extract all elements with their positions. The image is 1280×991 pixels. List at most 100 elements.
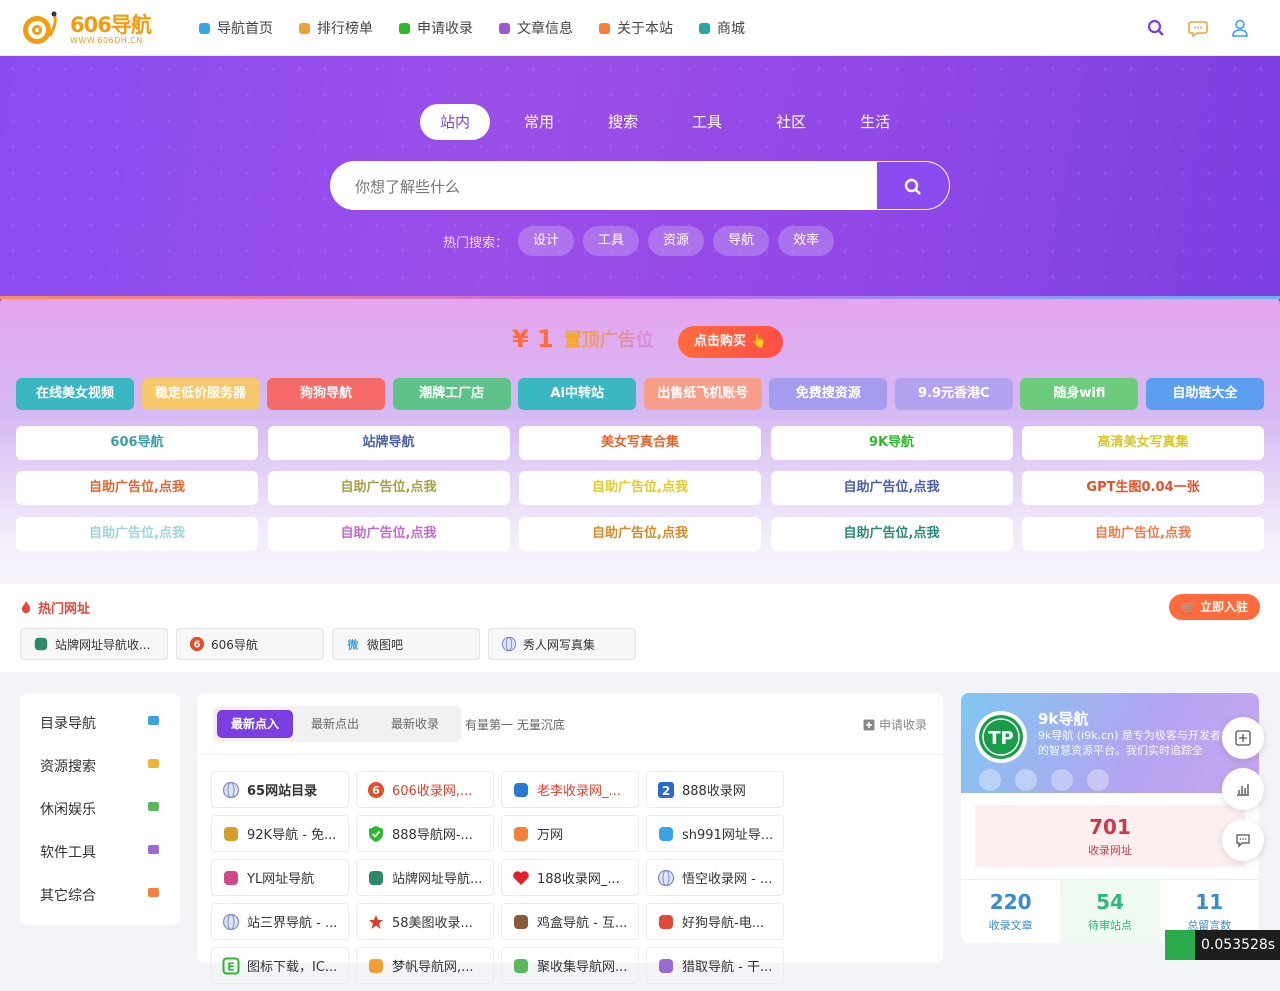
ad-link[interactable]: 9K导航 bbox=[770, 426, 1013, 460]
hot-site-item[interactable]: 微微图吧 bbox=[332, 628, 480, 660]
ad-link[interactable]: 自助广告位,点我 bbox=[519, 471, 761, 505]
sidebar-item[interactable]: 目录导航 bbox=[20, 701, 180, 744]
ad-link[interactable]: 高清美女写真集 bbox=[1022, 426, 1264, 460]
keyboard-icon bbox=[147, 843, 160, 860]
ad-button[interactable]: 潮牌工厂店 bbox=[392, 378, 511, 410]
nav-item[interactable]: 排行榜单 bbox=[298, 18, 373, 38]
site-item[interactable]: 鸡盒导航 - 互... bbox=[501, 903, 639, 940]
sidebar-item[interactable]: 其它综合 bbox=[20, 873, 180, 916]
ad-link[interactable]: 自助广告位,点我 bbox=[267, 517, 510, 551]
ad-link[interactable]: 自助广告位,点我 bbox=[770, 471, 1013, 505]
nav-item[interactable]: 申请收录 bbox=[398, 18, 473, 38]
hot-site-item[interactable]: 6 606导航 bbox=[176, 628, 324, 660]
svg-text:6: 6 bbox=[372, 784, 380, 797]
hot-site-item[interactable]: 秀人网写真集 bbox=[488, 628, 636, 660]
hot-keyword[interactable]: 导航 bbox=[713, 226, 770, 256]
ad-link[interactable]: 自助广告位,点我 bbox=[16, 517, 258, 551]
site-item[interactable]: 万网 bbox=[501, 815, 639, 852]
site-item[interactable]: 好狗导航-电... bbox=[646, 903, 784, 940]
ad-link[interactable]: 自助广告位,点我 bbox=[1022, 517, 1264, 551]
site-item[interactable]: 悟空收录网 - ... bbox=[646, 859, 784, 896]
qq-icon[interactable] bbox=[1051, 769, 1073, 791]
site-item[interactable]: 梦帆导航网,... bbox=[356, 947, 494, 984]
hot-keyword[interactable]: 资源 bbox=[648, 226, 705, 256]
ad-button[interactable]: 随身wifi bbox=[1020, 378, 1139, 410]
search-button[interactable] bbox=[877, 162, 949, 209]
avatar[interactable]: TP bbox=[975, 711, 1027, 763]
ad-button[interactable]: 9.9元香港C bbox=[894, 378, 1013, 410]
nav-item[interactable]: 文章信息 bbox=[498, 18, 573, 38]
sidebar-item[interactable]: 休闲娱乐 bbox=[20, 787, 180, 830]
site-item[interactable]: 58美图收录... bbox=[356, 903, 494, 940]
search-tab[interactable]: 搜索 bbox=[588, 104, 658, 140]
site-item[interactable]: 站牌网址导航... bbox=[356, 859, 494, 896]
hot-keyword[interactable]: 效率 bbox=[778, 226, 835, 256]
ad-link[interactable]: 美女写真合集 bbox=[519, 426, 761, 460]
site-item[interactable]: E 图标下载，IC... bbox=[211, 947, 349, 984]
site-item[interactable]: 2 888收录网 bbox=[646, 771, 784, 808]
ad-link[interactable]: 站牌导航 bbox=[267, 426, 510, 460]
site-item[interactable]: 站三界导航 - ... bbox=[211, 903, 349, 940]
search-input[interactable] bbox=[331, 162, 877, 209]
search-tab[interactable]: 常用 bbox=[504, 104, 574, 140]
hot-keyword[interactable]: 工具 bbox=[583, 226, 640, 256]
nav-item[interactable]: 商城 bbox=[698, 18, 745, 38]
site-item[interactable]: sh991网址导... bbox=[646, 815, 784, 852]
search-tab[interactable]: 生活 bbox=[840, 104, 910, 140]
site-item[interactable]: 888导航网-... bbox=[356, 815, 494, 852]
nav-item-label: 导航首页 bbox=[217, 21, 273, 37]
ad-button[interactable]: 自助链大全 bbox=[1145, 378, 1264, 410]
ad-button[interactable]: 出售纸飞机账号 bbox=[643, 378, 762, 410]
nav-item[interactable]: 关于本站 bbox=[598, 18, 673, 38]
chat-icon[interactable] bbox=[1188, 18, 1208, 38]
search-icon[interactable] bbox=[1146, 18, 1166, 38]
ad-row-3: 自助广告位,点我 自助广告位,点我 自助广告位,点我 自助广告位,点我 GPT生图0.0… bbox=[16, 471, 1264, 505]
apply-link[interactable]: 申请收录 bbox=[863, 716, 927, 733]
ad-link[interactable]: GPT生图0.04一张 bbox=[1022, 471, 1264, 505]
add-float-button[interactable] bbox=[1222, 717, 1264, 759]
ad-button[interactable]: 在线美女视频 bbox=[16, 378, 134, 410]
home-icon[interactable] bbox=[1087, 769, 1109, 791]
site-item[interactable]: 猎取导航 - 干... bbox=[646, 947, 784, 984]
sidebar-item[interactable]: 软件工具 bbox=[20, 830, 180, 873]
ad-link[interactable]: 自助广告位,点我 bbox=[267, 471, 510, 505]
sidebar-item[interactable]: 资源搜索 bbox=[20, 744, 180, 787]
latest-tab[interactable]: 最新收录 bbox=[377, 710, 453, 738]
hot-keyword[interactable]: 设计 bbox=[518, 226, 575, 256]
search-tab[interactable]: 工具 bbox=[672, 104, 742, 140]
paper-plane-icon bbox=[147, 714, 160, 731]
latest-tab[interactable]: 最新点出 bbox=[297, 710, 373, 738]
mail-icon[interactable] bbox=[1015, 769, 1037, 791]
join-button[interactable]: 🛒 立即入驻 bbox=[1168, 594, 1260, 620]
latest-tab[interactable]: 最新点入 bbox=[217, 710, 294, 738]
site-item[interactable]: 聚收集导航网... bbox=[501, 947, 639, 984]
ad-button[interactable]: Ai中转站 bbox=[518, 378, 637, 410]
hot-site-item[interactable]: 站牌网址导航收... bbox=[20, 628, 168, 660]
hot-site-label: 606导航 bbox=[211, 637, 258, 652]
ad-button[interactable]: 狗狗导航 bbox=[267, 378, 386, 410]
search-tab[interactable]: 社区 bbox=[756, 104, 826, 140]
ad-button[interactable]: 稳定低价服务器 bbox=[141, 378, 260, 410]
chat-icon[interactable] bbox=[979, 769, 1001, 791]
site-item[interactable]: 6 606收录网,... bbox=[356, 771, 494, 808]
nav-item[interactable]: 导航首页 bbox=[198, 18, 273, 38]
site-item[interactable]: YL网址导航 bbox=[211, 859, 349, 896]
ad-link[interactable]: 自助广告位,点我 bbox=[16, 471, 258, 505]
stat-item: 54 待审站点 bbox=[1060, 880, 1160, 943]
ad-link[interactable]: 606导航 bbox=[16, 426, 258, 460]
ad-link[interactable]: 自助广告位,点我 bbox=[519, 517, 761, 551]
site-item[interactable]: 老李收录网_... bbox=[501, 771, 639, 808]
ad-button[interactable]: 免费搜资源 bbox=[769, 378, 888, 410]
panel-divider bbox=[197, 754, 943, 755]
stat-label: 收录文章 bbox=[988, 919, 1033, 932]
user-icon[interactable] bbox=[1230, 18, 1250, 38]
site-item[interactable]: 65网站目录 bbox=[211, 771, 349, 808]
site-item[interactable]: 92K导航 - 免... bbox=[211, 815, 349, 852]
buy-button[interactable]: 点击购买 👆 bbox=[678, 326, 783, 358]
ad-link[interactable]: 自助广告位,点我 bbox=[770, 517, 1013, 551]
site-logo[interactable]: 606导航 WWW.606DH.CN bbox=[20, 9, 170, 47]
message-float-button[interactable] bbox=[1222, 819, 1264, 861]
search-tab[interactable]: 站内 bbox=[420, 104, 491, 140]
stats-float-button[interactable] bbox=[1222, 768, 1264, 810]
site-item[interactable]: 188收录网_... bbox=[501, 859, 639, 896]
